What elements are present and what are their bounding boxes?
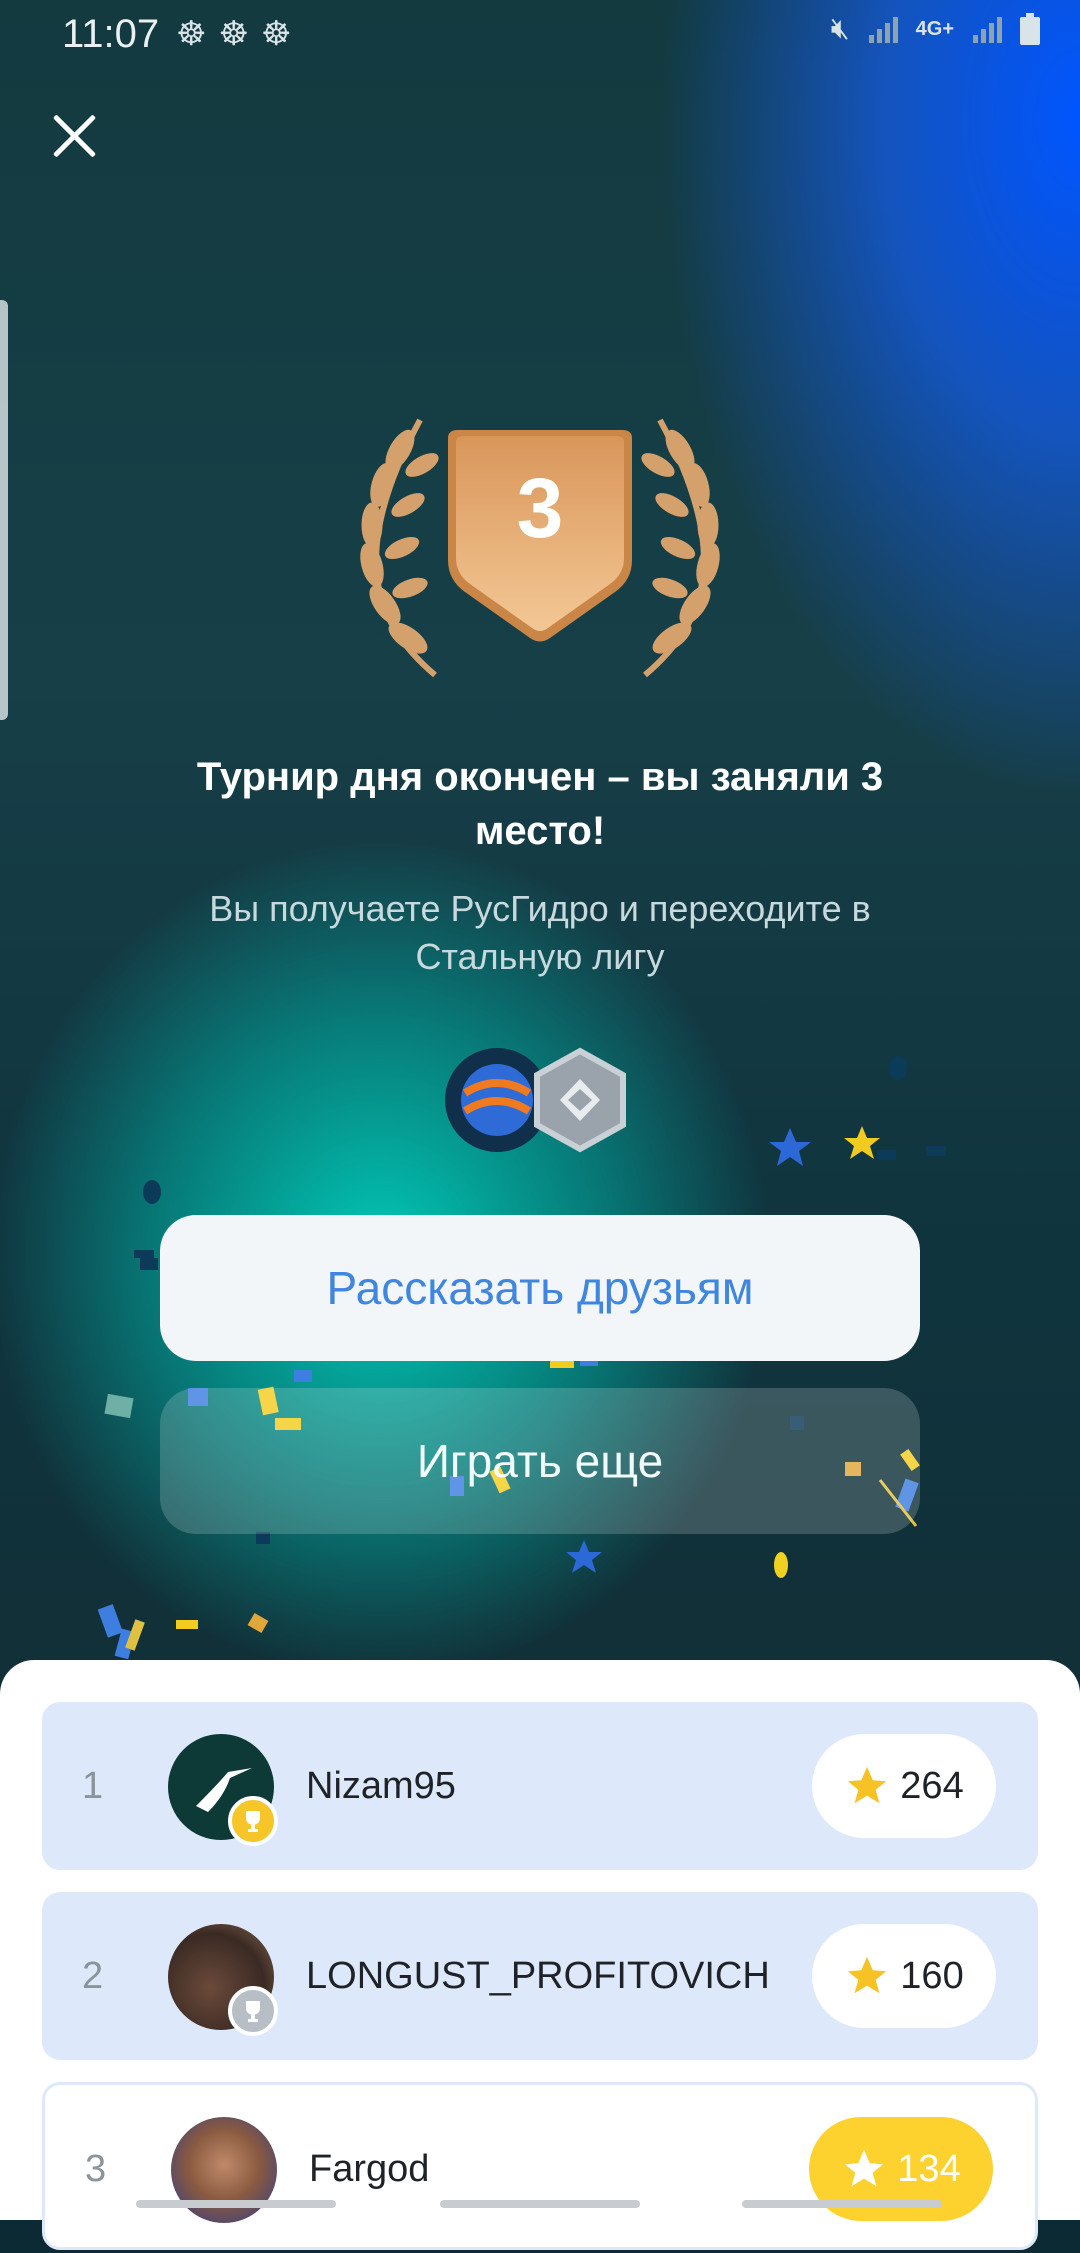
star-icon <box>848 1956 887 1994</box>
gesture-hint <box>742 2200 942 2208</box>
score-pill: 264 <box>812 1734 996 1838</box>
result-subtitle: Вы получаете РусГидро и переходите в Ста… <box>209 888 871 977</box>
laurel-left-icon <box>360 418 439 678</box>
player-name: Fargod <box>309 2148 430 2190</box>
row-rank: 2 <box>82 1955 104 1997</box>
laurel-right-icon <box>641 418 720 678</box>
rushydro-logo-icon <box>445 1048 549 1152</box>
star-icon <box>848 1766 887 1804</box>
row-rank: 1 <box>82 1765 104 1807</box>
battery-icon <box>1020 13 1040 45</box>
status-right-icons: 🔇︎ 4G+ <box>831 12 1040 46</box>
system-gesture-bar <box>0 2180 1080 2220</box>
gold-trophy-icon <box>228 1796 278 1846</box>
leaderboard-row-2[interactable]: 2 LONGUST_PROFITOVICH 160 <box>42 1892 1038 2060</box>
gesture-hint <box>136 2200 336 2208</box>
player-name: Nizam95 <box>306 1765 456 1807</box>
leaderboard-row-3[interactable]: 3 Fargod 134 <box>42 2082 1038 2250</box>
reward-icons <box>445 1047 626 1153</box>
signal-icon <box>868 17 898 43</box>
status-time: 11:07 <box>62 12 160 56</box>
mute-icon: 🔇︎ <box>830 12 850 45</box>
share-with-friends-button[interactable]: Рассказать друзьям <box>160 1215 920 1361</box>
score-pill: 160 <box>812 1924 996 2028</box>
silver-trophy-icon <box>228 1986 278 2036</box>
play-again-button[interactable]: Играть еще <box>160 1388 920 1534</box>
score-value: 264 <box>900 1764 964 1807</box>
status-bar: 11:07 ☸☸☸ 🔇︎ 4G+ <box>0 0 1080 70</box>
score-value: 160 <box>900 1954 964 1997</box>
player-name: LONGUST_PROFITOVICH <box>306 1955 770 1997</box>
edge-panel-handle[interactable] <box>0 300 8 720</box>
leaderboard-row-1[interactable]: 1 Nizam95 264 <box>42 1702 1038 1870</box>
steel-league-badge-icon <box>534 1047 626 1153</box>
row-rank: 3 <box>85 2148 107 2190</box>
network-type-label: 4G+ <box>915 17 954 40</box>
leaderboard-sheet[interactable]: 1 Nizam95 264 2 LONGUST_PROFITOVICH 160 … <box>0 1660 1080 2250</box>
result-title: Турнир дня окончен – вы заняли 3 место! <box>196 755 884 853</box>
place-number: 3 <box>516 461 564 555</box>
gesture-hint <box>440 2200 640 2208</box>
notification-icons: ☸☸☸ <box>176 15 304 53</box>
signal-icon-2 <box>973 17 1002 43</box>
close-button[interactable] <box>48 110 100 162</box>
